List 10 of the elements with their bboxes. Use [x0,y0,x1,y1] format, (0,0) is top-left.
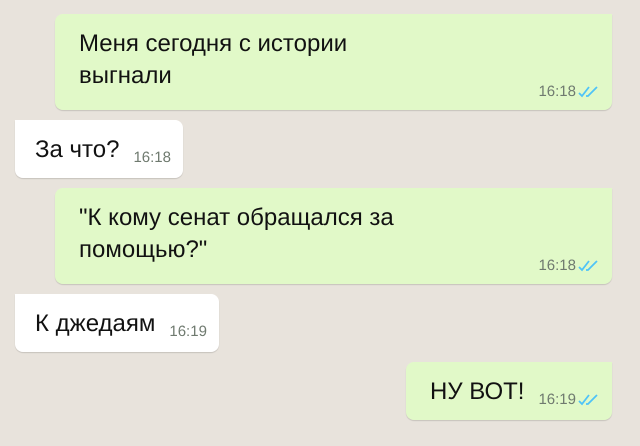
message-time: 16:18 [538,257,576,274]
message-time: 16:19 [538,391,576,408]
message-text: Меня сегодня с истории выгнали [79,29,348,91]
message-time: 16:18 [133,149,171,166]
message-time: 16:19 [169,323,207,340]
message-time: 16:18 [538,83,576,100]
message-text: К джедаям [35,309,156,339]
message-text: "К кому сенат обращался за помощью?" [79,203,395,265]
message-text: НУ ВОТ! [430,377,524,407]
message-text: За что? [35,135,120,165]
